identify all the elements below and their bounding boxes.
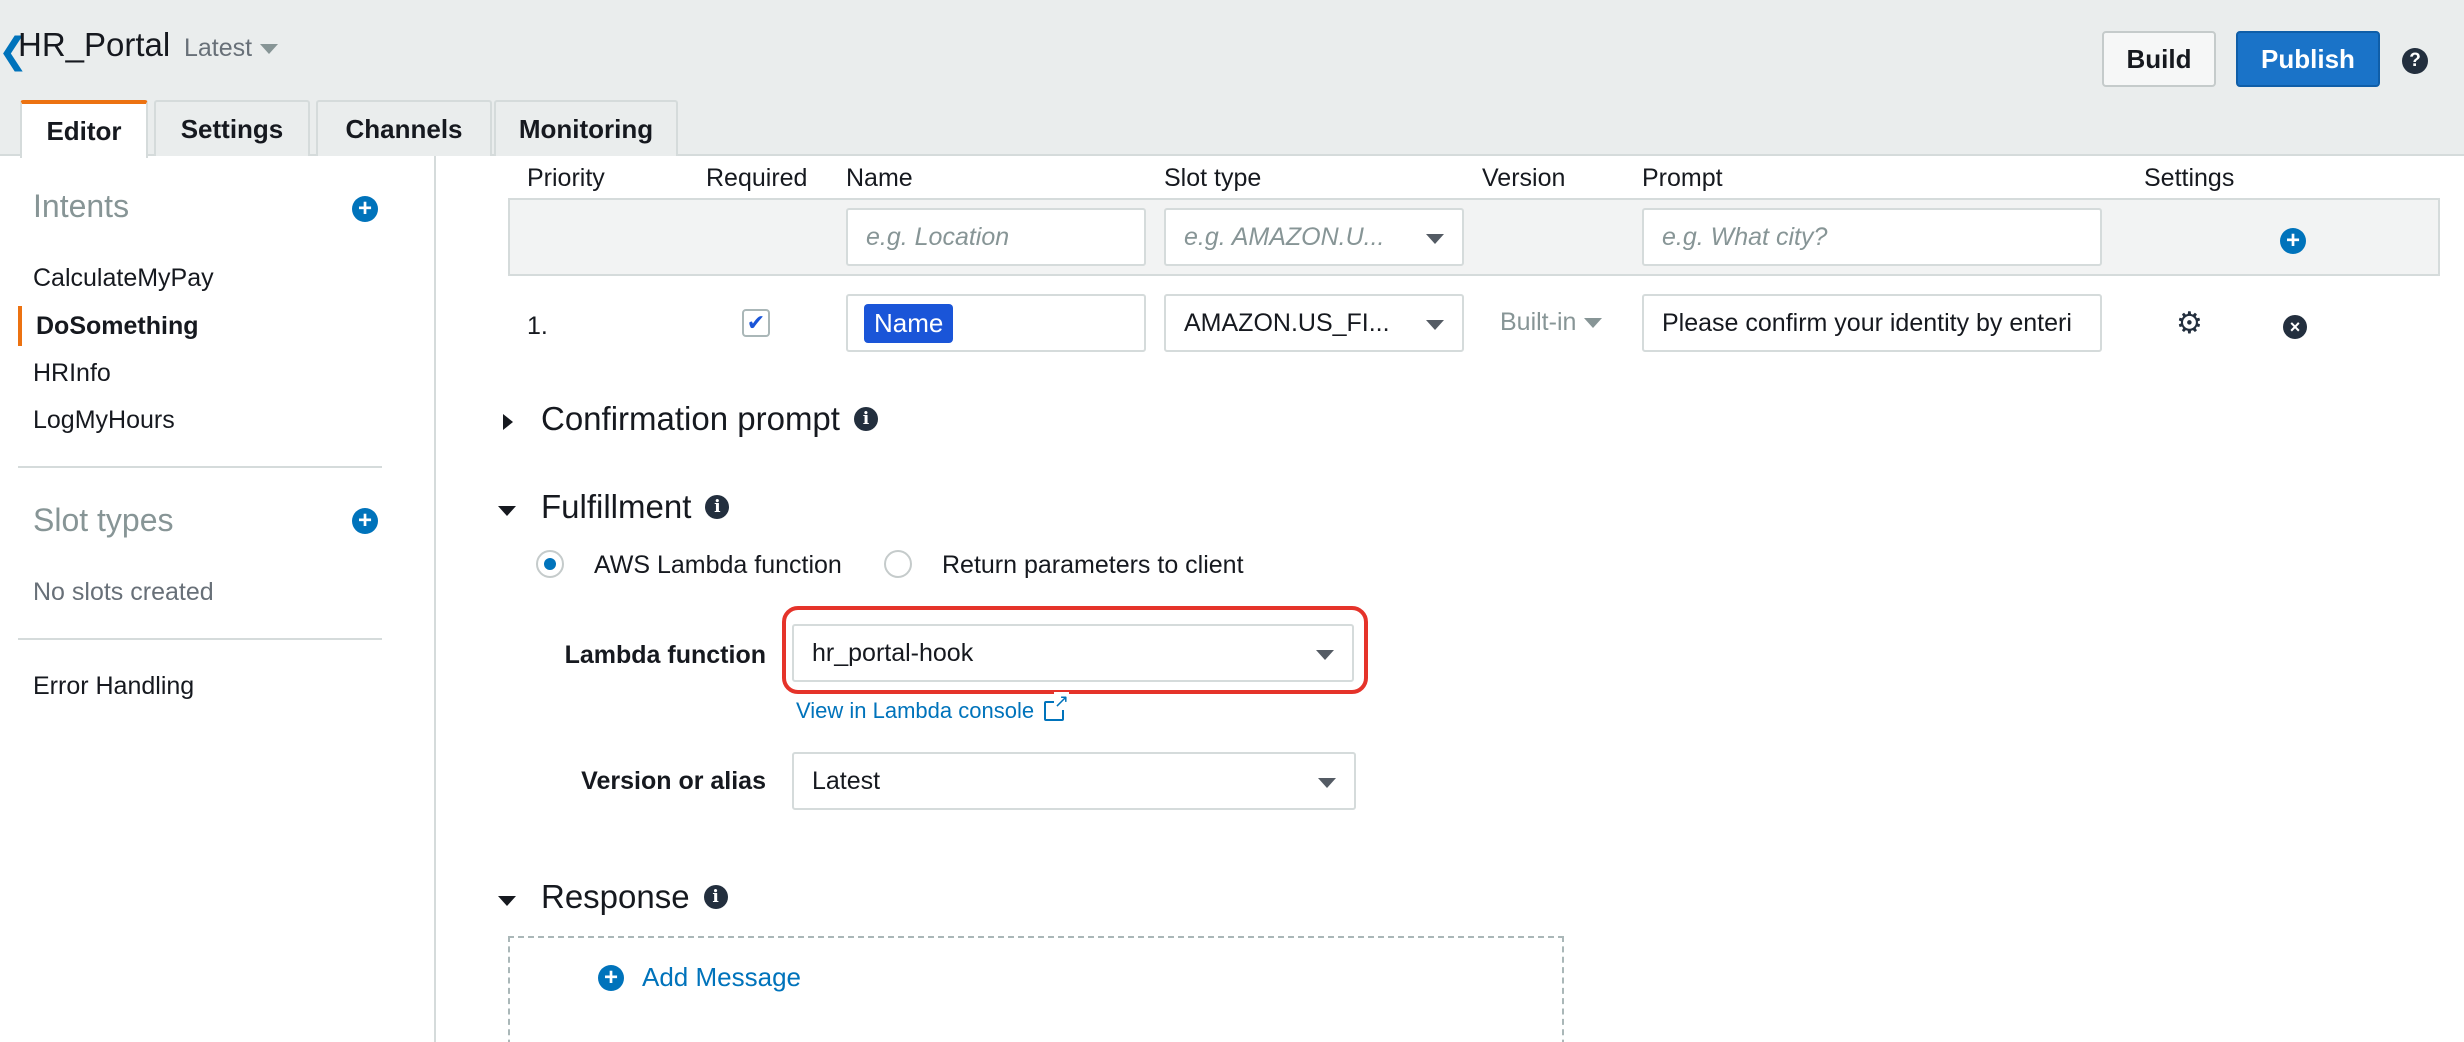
slot-prompt-input[interactable]: e.g. What city? [1642,208,2102,266]
add-slot-plus-icon[interactable]: + [2280,228,2306,254]
column-header-prompt: Prompt [1642,164,1723,192]
chevron-down-icon [1584,317,1603,328]
tab-channels[interactable]: Channels [316,100,492,156]
build-button[interactable]: Build [2102,31,2216,87]
chevron-down-icon [260,43,279,54]
slot-type-dropdown[interactable]: AMAZON.US_FI... [1164,294,1464,352]
top-bar: ❮ HR_Portal Latest Build Publish ? Edito… [0,0,2464,158]
chevron-down-icon [1316,650,1334,660]
required-checkbox[interactable]: ✔ [742,309,770,337]
sidebar-item-dosomething[interactable]: DoSomething [36,312,199,341]
version-dropdown-label: Latest [184,34,253,62]
publish-button[interactable]: Publish [2236,31,2380,87]
slot-name-input[interactable]: e.g. Location [846,208,1146,266]
close-icon[interactable]: × [2283,315,2307,339]
view-in-lambda-console-label: View in Lambda console [796,698,1035,723]
add-slot-type-plus-icon[interactable]: + [352,508,378,534]
add-message-button[interactable]: + Add Message [598,962,801,993]
version-dropdown[interactable]: Latest [184,34,279,63]
chevron-down-icon [1426,320,1444,330]
chevron-down-icon [1318,778,1336,788]
slot-type-placeholder: e.g. AMAZON.U... [1184,222,1385,251]
tab-editor[interactable]: Editor [20,100,148,158]
add-message-label: Add Message [642,962,801,992]
slot-type-select[interactable]: e.g. AMAZON.U... [1164,208,1464,266]
lambda-function-label: Lambda function [564,641,766,669]
intents-heading: Intents [33,188,130,224]
view-in-lambda-console-link[interactable]: View in Lambda console [796,692,1070,724]
info-icon[interactable]: i [853,407,878,431]
column-header-settings: Settings [2144,164,2235,192]
sidebar-item-calculatemypay[interactable]: CalculateMyPay [33,264,214,293]
fulfillment-title: Fulfillment [541,488,692,525]
slot-name-field[interactable]: Name [846,294,1146,352]
add-intent-plus-icon[interactable]: + [352,196,378,222]
radio-aws-lambda-label[interactable]: AWS Lambda function [594,551,842,580]
sidebar-item-error-handling[interactable]: Error Handling [33,672,194,701]
column-header-slot-type: Slot type [1164,164,1262,192]
lambda-function-select[interactable]: hr_portal-hook [792,624,1354,682]
add-message-plus-icon: + [598,964,624,991]
chevron-down-icon [1426,234,1444,244]
expand-caret-icon[interactable] [503,414,513,430]
response-title: Response [541,878,690,915]
confirmation-prompt-section[interactable]: Confirmation prompt i [541,400,878,438]
radio-return-params[interactable] [884,550,912,578]
info-icon[interactable]: i [705,495,730,519]
active-indicator [18,306,22,346]
version-or-alias-value: Latest [812,766,881,795]
slot-types-heading: Slot types [33,502,174,538]
info-icon[interactable]: i [703,885,728,909]
slot-version-dropdown[interactable]: Built-in [1500,308,1603,337]
slot-type-value: AMAZON.US_FI... [1184,308,1390,337]
sidebar-item-hrinfo[interactable]: HRInfo [33,359,111,388]
slot-version-value: Built-in [1500,308,1577,336]
sidebar-divider [18,466,382,468]
column-header-required: Required [706,164,808,192]
bot-title: HR_Portal [18,26,171,63]
version-or-alias-label: Version or alias [581,767,766,795]
radio-return-params-label[interactable]: Return parameters to client [942,551,1244,580]
tab-monitoring[interactable]: Monitoring [494,100,678,156]
column-header-version: Version [1482,164,1566,192]
no-slots-text: No slots created [33,578,214,606]
fulfillment-section[interactable]: Fulfillment i [541,488,730,526]
slot-priority: 1. [527,312,548,340]
new-slot-row [508,198,2440,276]
column-header-name: Name [846,164,913,192]
collapse-caret-icon[interactable] [498,896,516,906]
confirmation-prompt-title: Confirmation prompt [541,400,840,437]
slot-name-tag: Name [864,303,954,343]
check-icon: ✔ [746,310,766,335]
response-section[interactable]: Response i [541,878,728,916]
slot-prompt-field[interactable]: Please confirm your identity by enteri [1642,294,2102,352]
collapse-caret-icon[interactable] [498,506,516,516]
help-icon[interactable]: ? [2402,48,2428,74]
tab-settings[interactable]: Settings [154,100,310,156]
sidebar: Intents + CalculateMyPay DoSomething HRI… [0,156,436,1042]
sidebar-item-logmyhours[interactable]: LogMyHours [33,406,175,435]
column-header-priority: Priority [527,164,605,192]
radio-aws-lambda[interactable] [536,550,564,578]
gear-icon[interactable]: ⚙ [2176,306,2203,341]
sidebar-divider [18,638,382,640]
version-or-alias-select[interactable]: Latest [792,752,1356,810]
lambda-function-value: hr_portal-hook [812,638,974,667]
external-link-icon [1044,692,1070,721]
